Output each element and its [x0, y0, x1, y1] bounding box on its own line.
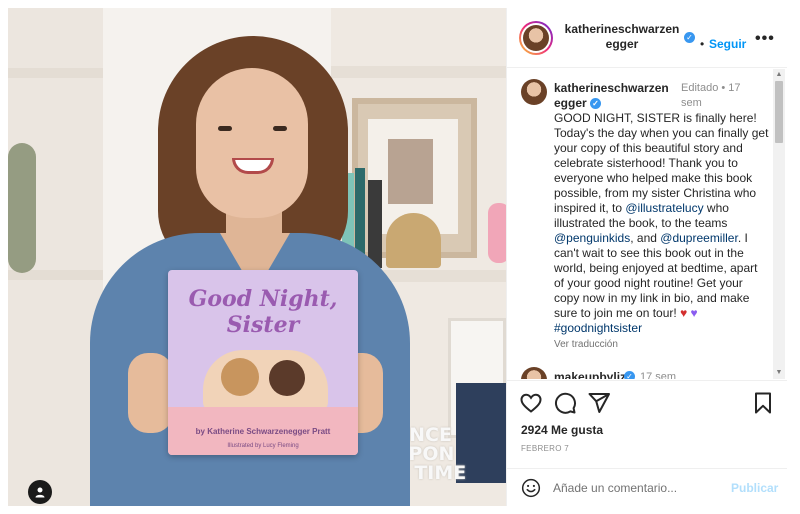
caption-segment: , and	[630, 231, 661, 245]
pink-ornament	[488, 203, 506, 263]
separator-dot: •	[700, 37, 705, 51]
avatar	[523, 25, 549, 51]
scroll-down-arrow-icon[interactable]: ▼	[773, 367, 785, 379]
comment-avatar[interactable]	[521, 367, 547, 379]
verified-badge-icon: ✓	[624, 371, 635, 379]
caption-username[interactable]: katherineschwarzenegger ✓	[554, 81, 674, 111]
post-panel: katherineschwarzenegger ✓ • Seguir ••• k…	[506, 8, 787, 506]
post-header: katherineschwarzenegger ✓ • Seguir •••	[507, 8, 787, 68]
user-tags-button[interactable]	[28, 480, 52, 504]
purple-heart-emoji-icon: ♥	[690, 306, 698, 320]
comment-input[interactable]	[553, 477, 723, 499]
book-illustrator: Illustrated by Lucy Fleming	[227, 443, 299, 449]
verified-badge-icon: ✓	[590, 98, 602, 110]
story-avatar[interactable]	[519, 21, 553, 55]
more-options-icon[interactable]: •••	[755, 30, 775, 48]
left-hand	[128, 353, 173, 433]
save-bookmark-icon[interactable]	[751, 391, 775, 415]
post-photo[interactable]: ONCE UPON A TIME Good Night, Sister by K…	[8, 8, 506, 506]
shelf-board	[331, 66, 506, 78]
post-actions: 2924 Me gusta FEBRERO 7	[507, 380, 787, 470]
book-title: Good Night, Sister	[188, 286, 338, 338]
wood-ornament	[386, 213, 441, 268]
share-paper-plane-icon[interactable]	[587, 391, 611, 415]
mention-link[interactable]: @penguinkids	[554, 231, 630, 245]
eye	[218, 126, 232, 131]
face	[196, 68, 308, 218]
comment-username[interactable]: makeupbyliz	[554, 370, 626, 379]
red-heart-emoji-icon: ♥	[680, 306, 688, 320]
hashtag-link[interactable]: #goodnightsister	[554, 321, 642, 335]
book-cover: Good Night, Sister by Katherine Schwarze…	[168, 270, 358, 455]
like-heart-icon[interactable]	[519, 391, 543, 415]
follow-button[interactable]: Seguir	[709, 37, 746, 51]
caption-text: GOOD NIGHT, SISTER is finally here! Toda…	[554, 111, 769, 336]
book-illustration	[203, 350, 328, 412]
publish-button[interactable]: Publicar	[731, 481, 778, 495]
scrollbar-thumb[interactable]	[775, 81, 783, 143]
book-author: by Katherine Schwarzenegger Pratt	[195, 427, 331, 436]
verified-badge-icon: ✓	[684, 32, 695, 43]
comment-bubble-icon[interactable]	[553, 391, 577, 415]
comments-scrollbar[interactable]: ▲ ▼	[773, 69, 785, 379]
plant	[8, 143, 36, 273]
comment-composer: Publicar	[507, 468, 787, 506]
post-date[interactable]: FEBRERO 7	[521, 444, 569, 453]
emoji-smiley-icon[interactable]	[521, 478, 541, 498]
user-silhouette-icon	[35, 487, 45, 498]
caption-meta: Editado • 17 sem	[681, 82, 741, 109]
shelf-board	[8, 68, 103, 78]
comments-list[interactable]: katherineschwarzenegger ✓ Editado • 17 s…	[507, 69, 787, 379]
eye	[273, 126, 287, 131]
mention-link[interactable]: @illustratelucy	[625, 201, 703, 215]
see-translation-link[interactable]: Ver traducción	[554, 339, 618, 350]
caption-segment: GOOD NIGHT, SISTER is finally here! Toda…	[554, 111, 769, 215]
caption-avatar[interactable]	[521, 79, 547, 105]
caption-username-text[interactable]: katherineschwarzenegger	[554, 81, 669, 110]
mention-link[interactable]: @dupreemiller	[660, 231, 738, 245]
scroll-up-arrow-icon[interactable]: ▲	[773, 69, 785, 81]
header-username[interactable]: katherineschwarzenegger	[562, 22, 682, 52]
likes-count[interactable]: 2924 Me gusta	[521, 423, 603, 437]
comment-time: 17 sem	[640, 371, 677, 379]
